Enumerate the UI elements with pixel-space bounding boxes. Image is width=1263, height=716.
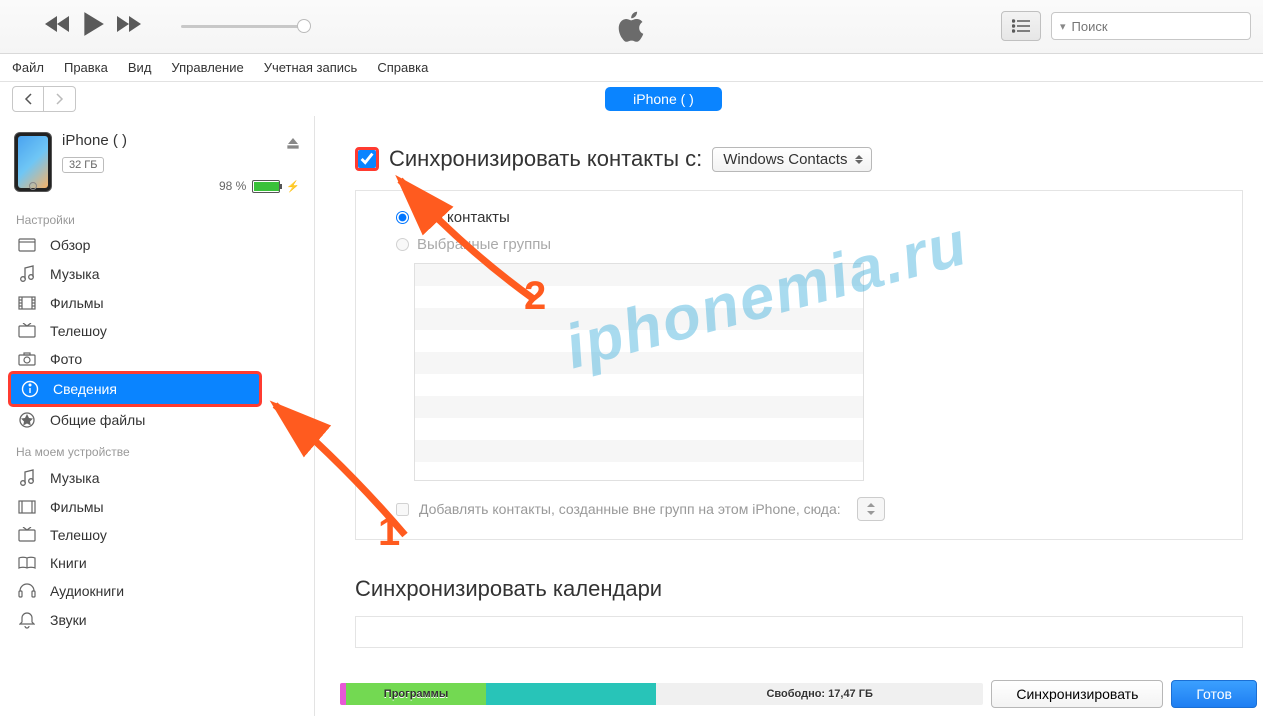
charging-icon: ⚡: [286, 180, 300, 193]
sidebar-item-label: Фильмы: [50, 295, 104, 311]
sidebar-item-label: Телешоу: [50, 527, 107, 543]
forward-button[interactable]: [44, 86, 76, 112]
sidebar-item-info[interactable]: Сведения: [8, 371, 262, 407]
menu-file[interactable]: Файл: [12, 60, 44, 75]
battery-icon: [252, 180, 280, 193]
books-icon: [16, 556, 38, 570]
radio-label: Все контакты: [417, 209, 510, 226]
sync-contacts-checkbox[interactable]: [358, 150, 376, 168]
next-track-button[interactable]: [115, 15, 141, 38]
radio-label: Выбранные группы: [417, 236, 551, 253]
sync-contacts-label: Синхронизировать контакты с:: [389, 146, 702, 172]
sidebar-item-label: Фото: [50, 351, 82, 367]
sidebar-item-label: Книги: [50, 555, 87, 571]
apple-logo-icon: [617, 10, 647, 49]
sync-calendars-header: Синхронизировать календари: [355, 576, 1243, 602]
movies-icon: [16, 500, 38, 514]
menu-view[interactable]: Вид: [128, 60, 152, 75]
search-input[interactable]: [1072, 19, 1248, 34]
info-icon: [19, 380, 41, 398]
movies-icon: [16, 296, 38, 310]
add-outside-groups-row: Добавлять контакты, созданные вне групп …: [396, 497, 1202, 521]
sync-contacts-row: Синхронизировать контакты с: Windows Con…: [355, 146, 1243, 172]
sidebar-item-label: Фильмы: [50, 499, 104, 515]
sidebar-item-label: Общие файлы: [50, 412, 145, 428]
add-outside-checkbox[interactable]: [396, 503, 409, 516]
sidebar-item-shared-files[interactable]: Общие файлы: [0, 405, 314, 435]
radio-selected-groups[interactable]: Выбранные группы: [396, 236, 1202, 253]
music-icon: [16, 265, 38, 283]
on-device-section-title: На моем устройстве: [0, 435, 314, 463]
audiobook-icon: [16, 583, 38, 599]
sidebar-dev-books[interactable]: Книги: [0, 549, 314, 577]
sidebar-dev-tones[interactable]: Звуки: [0, 605, 314, 635]
sidebar-item-photos[interactable]: Фото: [0, 345, 314, 373]
sidebar-dev-audiobooks[interactable]: Аудиокниги: [0, 577, 314, 605]
sidebar-item-movies[interactable]: Фильмы: [0, 289, 314, 317]
sidebar-dev-tvshows[interactable]: Телешоу: [0, 521, 314, 549]
sidebar-item-summary[interactable]: Обзор: [0, 231, 314, 259]
bottom-bar: Программы Свободно: 17,47 ГБ Синхронизир…: [334, 672, 1263, 716]
sidebar-item-label: Аудиокниги: [50, 583, 124, 599]
summary-icon: [16, 238, 38, 252]
add-outside-label: Добавлять контакты, созданные вне групп …: [419, 501, 841, 517]
music-icon: [16, 469, 38, 487]
battery-pct: 98 %: [219, 179, 246, 193]
volume-slider[interactable]: [181, 25, 305, 28]
menu-account[interactable]: Учетная запись: [264, 60, 358, 75]
contacts-panel: Все контакты Выбранные группы Добавлять …: [355, 190, 1243, 540]
usage-seg-apps: Программы: [346, 683, 486, 705]
menu-controls[interactable]: Управление: [171, 60, 243, 75]
menu-help[interactable]: Справка: [377, 60, 428, 75]
usage-seg-free: Свободно: 17,47 ГБ: [656, 683, 983, 705]
apps-icon: [16, 411, 38, 429]
back-button[interactable]: [12, 86, 44, 112]
sidebar-item-label: Обзор: [50, 237, 90, 253]
camera-icon: [16, 352, 38, 366]
nav-row: iPhone ( ): [0, 82, 1263, 116]
device-name: iPhone ( ): [62, 132, 300, 149]
device-pill[interactable]: iPhone ( ): [605, 87, 722, 111]
eject-icon[interactable]: [286, 136, 300, 155]
sync-button[interactable]: Синхронизировать: [991, 680, 1163, 708]
player-bar: ▾: [0, 0, 1263, 54]
sync-source-dropdown[interactable]: Windows Contacts: [712, 147, 872, 172]
prev-track-button[interactable]: [45, 15, 71, 38]
tv-icon: [16, 527, 38, 543]
calendars-panel: [355, 616, 1243, 648]
search-box[interactable]: ▾: [1051, 12, 1251, 40]
sidebar: iPhone ( ) 32 ГБ 98 % ⚡ Настройки Обзор …: [0, 116, 315, 716]
playback-controls: [45, 11, 141, 42]
list-view-button[interactable]: [1001, 11, 1041, 41]
sidebar-dev-music[interactable]: Музыка: [0, 463, 314, 493]
device-thumbnail: [14, 132, 52, 192]
done-button[interactable]: Готов: [1171, 680, 1257, 708]
sidebar-dev-movies[interactable]: Фильмы: [0, 493, 314, 521]
menu-edit[interactable]: Правка: [64, 60, 108, 75]
sidebar-item-label: Музыка: [50, 470, 100, 486]
usage-seg-other: [486, 683, 656, 705]
radio-all-contacts[interactable]: Все контакты: [396, 209, 1202, 226]
sidebar-item-music[interactable]: Музыка: [0, 259, 314, 289]
sidebar-item-label: Телешоу: [50, 323, 107, 339]
capacity-badge: 32 ГБ: [62, 157, 104, 173]
tv-icon: [16, 323, 38, 339]
storage-usage-bar: Программы Свободно: 17,47 ГБ: [340, 683, 983, 705]
play-button[interactable]: [81, 11, 105, 42]
device-block: iPhone ( ) 32 ГБ 98 % ⚡: [0, 122, 314, 203]
groups-list: [414, 263, 864, 481]
sidebar-item-label: Музыка: [50, 266, 100, 282]
sync-contacts-checkbox-highlight: [355, 147, 379, 171]
bell-icon: [16, 611, 38, 629]
content-pane: Синхронизировать контакты с: Windows Con…: [315, 116, 1263, 716]
sidebar-item-tvshows[interactable]: Телешоу: [0, 317, 314, 345]
sidebar-item-label: Звуки: [50, 612, 87, 628]
sidebar-item-label: Сведения: [53, 381, 117, 397]
group-select-stepper[interactable]: [857, 497, 885, 521]
menu-bar: Файл Правка Вид Управление Учетная запис…: [0, 54, 1263, 82]
settings-section-title: Настройки: [0, 203, 314, 231]
